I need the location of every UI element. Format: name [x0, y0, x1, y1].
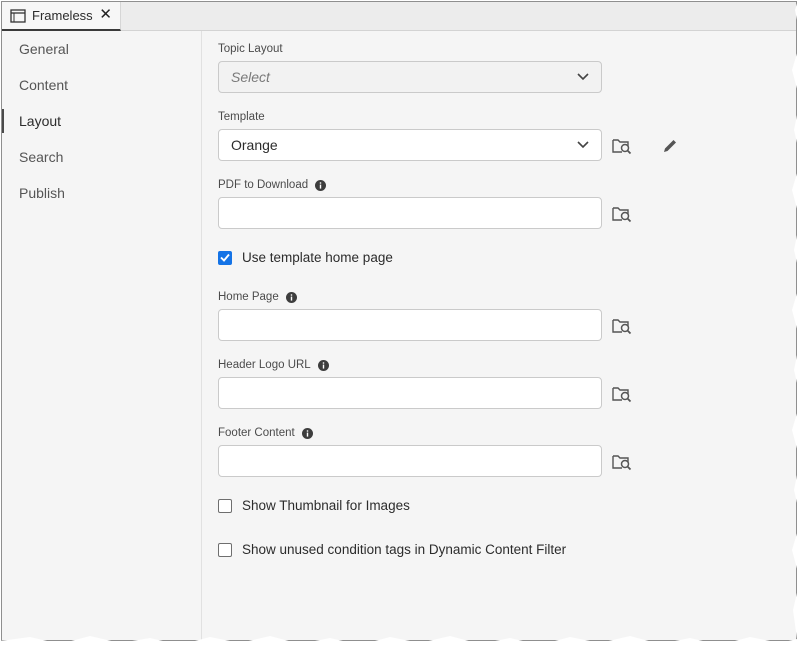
- header-logo-url-label: Header Logo URL: [218, 359, 329, 371]
- home-page-label: Home Page: [218, 291, 297, 303]
- topic-layout-label-text: Topic Layout: [218, 43, 283, 55]
- footer-content-label: Footer Content: [218, 427, 313, 439]
- window-icon: [10, 8, 26, 23]
- topic-layout-placeholder: Select: [231, 69, 270, 85]
- sidebar-item-label: Content: [19, 77, 69, 93]
- browse-folder-icon[interactable]: [612, 385, 632, 403]
- info-icon[interactable]: [315, 179, 327, 191]
- footer-content-input[interactable]: [218, 445, 602, 477]
- chevron-down-icon: [577, 141, 589, 149]
- pdf-download-label-text: PDF to Download: [218, 179, 309, 191]
- close-icon[interactable]: ✕: [99, 7, 112, 23]
- use-template-home-label[interactable]: Use template home page: [242, 250, 393, 265]
- header-logo-url-input[interactable]: [218, 377, 602, 409]
- template-label: Template: [218, 111, 265, 123]
- show-thumbnail-label[interactable]: Show Thumbnail for Images: [242, 498, 410, 513]
- pdf-download-label: PDF to Download: [218, 179, 327, 191]
- template-select[interactable]: Orange: [218, 129, 602, 161]
- browse-folder-icon[interactable]: [612, 317, 632, 335]
- tab-bar: Frameless ✕: [2, 2, 796, 31]
- sidebar-item-general[interactable]: General: [2, 34, 202, 64]
- browse-folder-icon[interactable]: [612, 137, 632, 155]
- info-icon[interactable]: [301, 427, 313, 439]
- sidebar-item-label: Publish: [19, 185, 65, 201]
- show-unused-tags-checkbox[interactable]: [218, 542, 232, 557]
- tab-frameless[interactable]: Frameless ✕: [2, 2, 121, 31]
- checkmark-icon: [220, 253, 230, 262]
- sidebar-item-label: Layout: [19, 113, 62, 129]
- template-label-text: Template: [218, 111, 265, 123]
- use-template-home-row: Use template home page: [218, 250, 393, 265]
- sidebar-item-publish[interactable]: Publish: [2, 178, 202, 208]
- info-icon[interactable]: [317, 359, 329, 371]
- footer-content-label-text: Footer Content: [218, 427, 295, 439]
- show-unused-tags-label[interactable]: Show unused condition tags in Dynamic Co…: [242, 542, 566, 557]
- topic-layout-select[interactable]: Select: [218, 61, 602, 93]
- dialog-frame: Frameless ✕ General Content Layout Searc…: [1, 1, 797, 641]
- template-value: Orange: [231, 137, 278, 153]
- use-template-home-checkbox[interactable]: [218, 250, 232, 265]
- sidebar-item-layout[interactable]: Layout: [2, 106, 202, 136]
- sidebar-item-label: Search: [19, 149, 64, 165]
- chevron-down-icon: [577, 73, 589, 81]
- pdf-download-input[interactable]: [218, 197, 602, 229]
- layout-panel: Topic Layout Select Template Orange PDF …: [202, 31, 796, 640]
- info-icon[interactable]: [285, 291, 297, 303]
- browse-folder-icon[interactable]: [612, 453, 632, 471]
- sidebar: General Content Layout Search Publish: [2, 31, 202, 640]
- sidebar-item-label: General: [19, 41, 69, 57]
- home-page-input[interactable]: [218, 309, 602, 341]
- sidebar-item-search[interactable]: Search: [2, 142, 202, 172]
- header-logo-url-label-text: Header Logo URL: [218, 359, 311, 371]
- tab-title: Frameless: [32, 8, 93, 23]
- home-page-label-text: Home Page: [218, 291, 279, 303]
- pencil-icon[interactable]: [662, 138, 678, 154]
- show-thumbnail-row: Show Thumbnail for Images: [218, 498, 410, 513]
- topic-layout-label: Topic Layout: [218, 43, 283, 55]
- browse-folder-icon[interactable]: [612, 205, 632, 223]
- sidebar-item-content[interactable]: Content: [2, 70, 202, 100]
- show-thumbnail-checkbox[interactable]: [218, 498, 232, 513]
- show-unused-tags-row: Show unused condition tags in Dynamic Co…: [218, 542, 566, 557]
